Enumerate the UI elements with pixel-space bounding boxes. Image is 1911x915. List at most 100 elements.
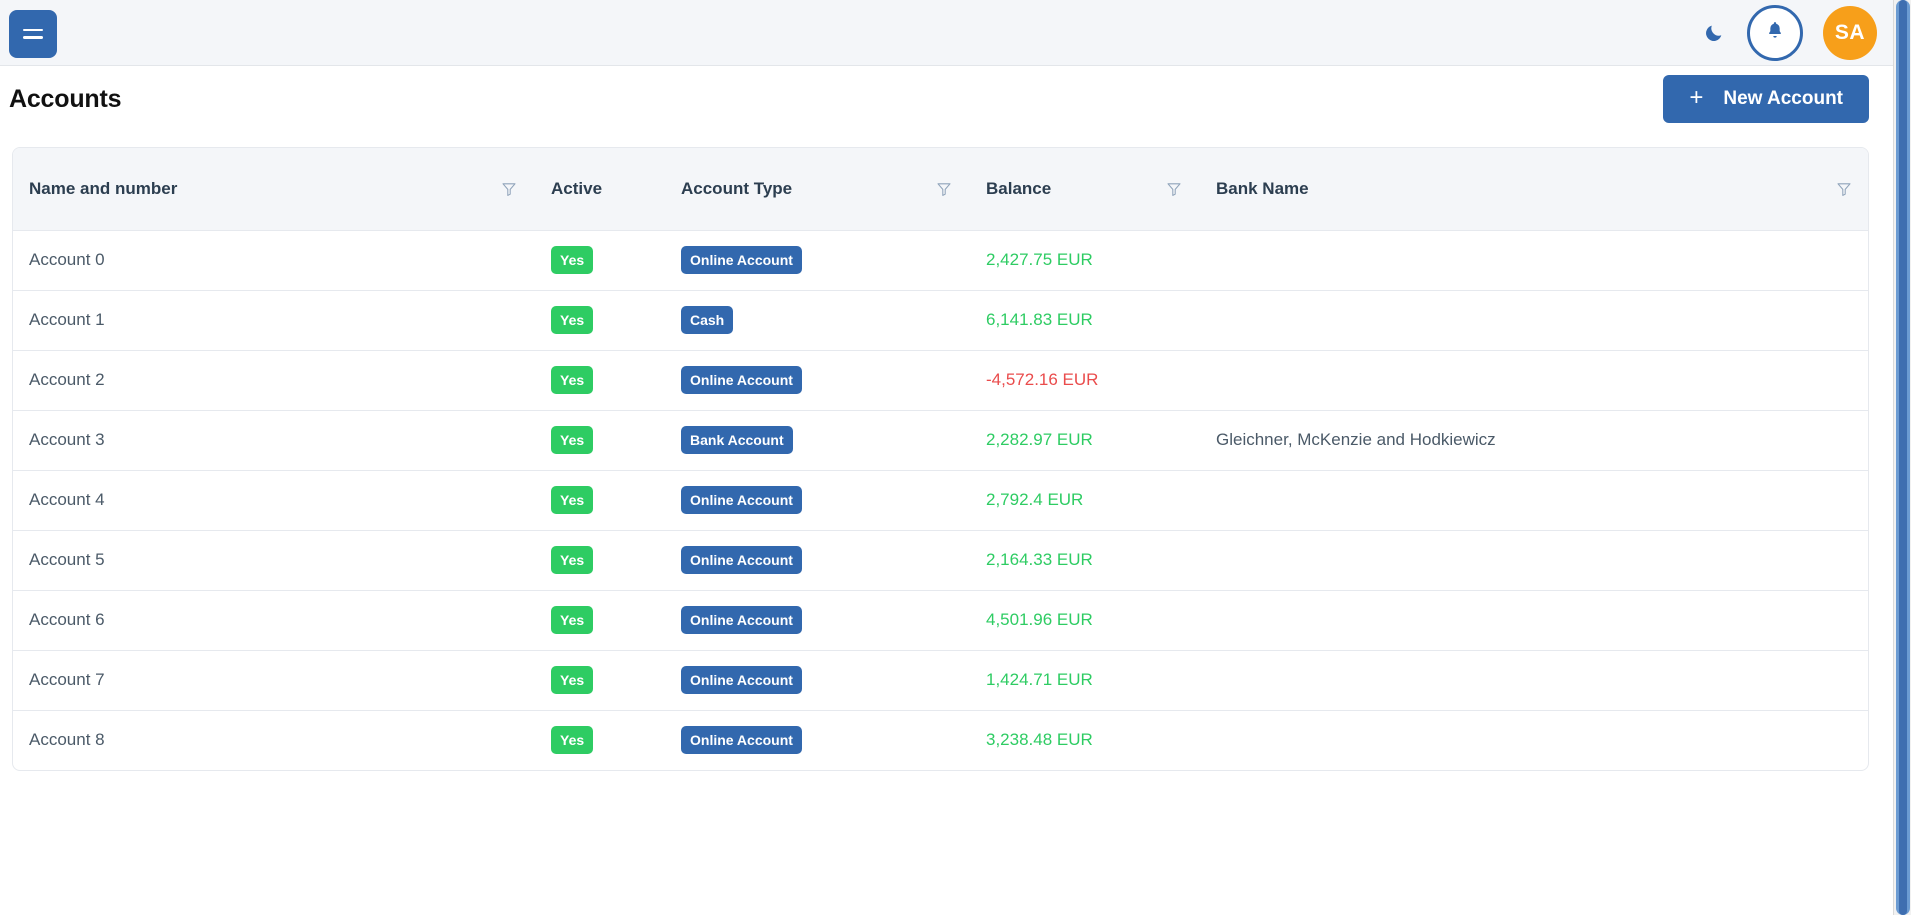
account-type-badge: Cash [681, 306, 734, 334]
column-header-bank-name: Bank Name [1200, 148, 1868, 231]
app-root: SA Accounts + New Account Name and numbe… [0, 0, 1911, 915]
cell-active: Yes [535, 350, 665, 411]
cell-balance: -4,572.16 EUR [970, 350, 1200, 411]
cell-account-name: Account 0 [13, 230, 535, 291]
cell-bank-name [1200, 350, 1868, 411]
moon-icon[interactable] [1701, 20, 1727, 46]
account-type-badge: Online Account [681, 246, 802, 274]
cell-active: Yes [535, 530, 665, 591]
active-badge: Yes [551, 726, 594, 755]
account-type-badge: Online Account [681, 666, 802, 694]
account-type-badge: Online Account [681, 546, 802, 574]
table-row[interactable]: Account 6 Yes Online Account 4,501.96 EUR [13, 590, 1868, 651]
account-type-badge: Online Account [681, 366, 802, 394]
cell-bank-name: Gleichner, McKenzie and Hodkiewicz [1200, 410, 1868, 471]
active-badge: Yes [551, 426, 594, 454]
balance-value: 2,427.75 EUR [986, 250, 1093, 269]
cell-account-type: Online Account [665, 470, 970, 531]
column-header-label: Balance [986, 178, 1052, 198]
account-type-badge: Online Account [681, 726, 802, 755]
balance-value: 4,501.96 EUR [986, 610, 1093, 629]
balance-value: 3,238.48 EUR [986, 730, 1093, 750]
column-header-label: Active [551, 178, 603, 198]
table-row[interactable]: Account 7 Yes Online Account 1,424.71 EUR [13, 650, 1868, 711]
topbar-actions: SA [1701, 4, 1893, 61]
account-type-badge: Online Account [681, 486, 802, 514]
balance-value: -4,572.16 EUR [986, 370, 1099, 389]
table-header: Name and number Active Account Type Bala… [13, 148, 1868, 231]
cell-account-type: Bank Account [665, 410, 970, 471]
cell-active: Yes [535, 290, 665, 351]
filter-icon[interactable] [934, 179, 954, 199]
active-badge: Yes [551, 546, 594, 574]
cell-bank-name [1200, 530, 1868, 591]
scrollbar-thumb[interactable] [1896, 0, 1910, 915]
cell-balance: 4,501.96 EUR [970, 590, 1200, 651]
table-row[interactable]: Account 3 Yes Bank Account 2,282.97 EUR Glei… [13, 410, 1868, 471]
table-row[interactable]: Account 8 Yes Online Account 3,238.48 EUR [13, 710, 1868, 770]
column-header-name: Name and number [13, 148, 535, 231]
cell-bank-name [1200, 710, 1868, 770]
table-row[interactable]: Account 5 Yes Online Account 2,164.33 EUR [13, 530, 1868, 591]
column-header-label: Bank Name [1216, 178, 1309, 198]
cell-bank-name [1200, 290, 1868, 351]
hamburger-icon-bar [23, 36, 43, 39]
filter-icon[interactable] [1164, 179, 1184, 199]
cell-account-type: Online Account [665, 350, 970, 411]
filter-icon[interactable] [1834, 179, 1854, 199]
active-badge: Yes [551, 366, 594, 394]
cell-active: Yes [535, 470, 665, 531]
cell-account-type: Online Account [665, 530, 970, 591]
page-header: Accounts + New Account [0, 66, 1893, 132]
menu-toggle-button[interactable] [9, 9, 57, 58]
cell-active: Yes [535, 410, 665, 471]
bank-name-value: Gleichner, McKenzie and Hodkiewicz [1216, 430, 1496, 449]
active-badge: Yes [551, 486, 594, 514]
cell-active: Yes [535, 650, 665, 711]
page-title: Accounts [9, 84, 122, 113]
cell-active: Yes [535, 590, 665, 651]
filter-icon[interactable] [499, 179, 519, 199]
column-header-account-type: Account Type [665, 148, 970, 231]
page-scrollbar[interactable] [1893, 0, 1911, 915]
cell-balance: 2,164.33 EUR [970, 530, 1200, 591]
cell-bank-name [1200, 470, 1868, 531]
user-avatar[interactable]: SA [1823, 5, 1877, 60]
cell-bank-name [1200, 590, 1868, 651]
cell-balance: 2,427.75 EUR [970, 230, 1200, 291]
cell-account-name: Account 3 [13, 410, 535, 471]
cell-account-type: Cash [665, 290, 970, 351]
cell-account-type: Online Account [665, 710, 970, 770]
account-type-badge: Bank Account [681, 426, 793, 454]
balance-value: 2,164.33 EUR [986, 550, 1093, 569]
cell-balance: 2,792.4 EUR [970, 470, 1200, 531]
notifications-button[interactable] [1747, 4, 1803, 61]
table-row[interactable]: Account 1 Yes Cash 6,141.83 EUR [13, 290, 1868, 351]
column-header-label: Account Type [681, 178, 793, 198]
cell-account-name: Account 2 [13, 350, 535, 411]
bell-icon [1765, 20, 1785, 45]
cell-balance: 6,141.83 EUR [970, 290, 1200, 351]
column-header-label: Name and number [29, 178, 178, 198]
cell-account-name: Account 1 [13, 290, 535, 351]
cell-active: Yes [535, 710, 665, 770]
new-account-button-label: New Account [1723, 88, 1843, 109]
table-row[interactable]: Account 4 Yes Online Account 2,792.4 EUR [13, 470, 1868, 531]
top-navigation-bar: SA [0, 0, 1893, 66]
table-row[interactable]: Account 0 Yes Online Account 2,427.75 EUR [13, 230, 1868, 291]
column-header-balance: Balance [970, 148, 1200, 231]
table-row[interactable]: Account 2 Yes Online Account -4,572.16 EUR [13, 350, 1868, 411]
cell-account-name: Account 5 [13, 530, 535, 591]
cell-account-type: Online Account [665, 230, 970, 291]
cell-balance: 1,424.71 EUR [970, 650, 1200, 711]
new-account-button[interactable]: + New Account [1663, 75, 1869, 123]
cell-account-name: Account 4 [13, 470, 535, 531]
plus-icon: + [1689, 84, 1704, 111]
table-header-row: Name and number Active Account Type Bala… [13, 148, 1868, 231]
balance-value: 2,792.4 EUR [986, 490, 1084, 509]
active-badge: Yes [551, 606, 594, 634]
cell-account-type: Online Account [665, 590, 970, 651]
active-badge: Yes [551, 246, 594, 274]
balance-value: 1,424.71 EUR [986, 670, 1093, 689]
cell-balance: 2,282.97 EUR [970, 410, 1200, 471]
